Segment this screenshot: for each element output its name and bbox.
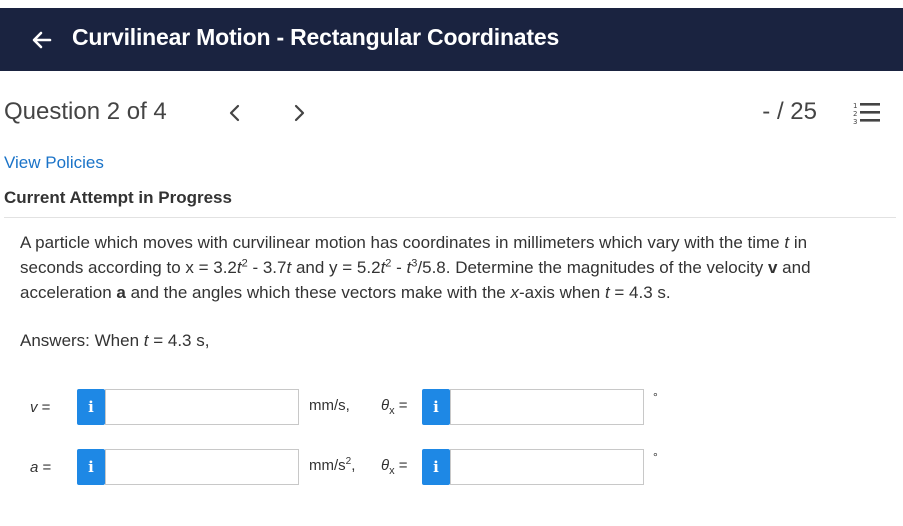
svg-text:1: 1 [853,102,857,110]
arrow-left-icon[interactable] [28,26,56,54]
degree-symbol: ° [653,450,658,464]
velocity-unit: mm/s, [309,397,350,414]
view-policies-link[interactable]: View Policies [4,153,104,173]
acceleration-magnitude-input[interactable] [105,449,299,485]
question-navigation: Question 2 of 4 - / 25 1 2 3 [0,90,903,134]
score-display: - / 25 [762,98,817,125]
acceleration-answer-row: a = i mm/s2, θx = i ° [0,449,903,487]
answers-label: Answers: When t = 4.3 s, [20,331,210,350]
degree-symbol: ° [653,390,658,404]
info-icon[interactable]: i [77,449,105,485]
velocity-angle-input[interactable] [450,389,644,425]
acceleration-label: a = [30,459,52,476]
chevron-right-icon[interactable] [286,100,312,126]
attempt-heading: Current Attempt in Progress [4,188,232,207]
problem-statement: A particle which moves with curvilinear … [20,233,811,302]
numbered-list-icon[interactable]: 1 2 3 [853,100,881,126]
velocity-magnitude-input[interactable] [105,389,299,425]
acceleration-angle-label: θx = [381,457,408,477]
velocity-angle-label: θx = [381,397,408,417]
info-icon[interactable]: i [422,449,450,485]
svg-text:3: 3 [853,118,857,126]
svg-text:2: 2 [853,110,857,118]
question-position: Question 2 of 4 [4,98,167,125]
assignment-title: Curvilinear Motion - Rectangular Coordin… [72,24,560,50]
top-bar: Curvilinear Motion - Rectangular Coordin… [0,8,903,71]
acceleration-angle-input[interactable] [450,449,644,485]
acceleration-unit: mm/s2, [309,456,356,475]
info-icon[interactable]: i [422,389,450,425]
velocity-answer-row: v = i mm/s, θx = i ° [0,389,903,427]
divider [4,217,896,218]
info-icon[interactable]: i [77,389,105,425]
chevron-left-icon[interactable] [222,100,248,126]
velocity-label: v = [30,399,51,416]
